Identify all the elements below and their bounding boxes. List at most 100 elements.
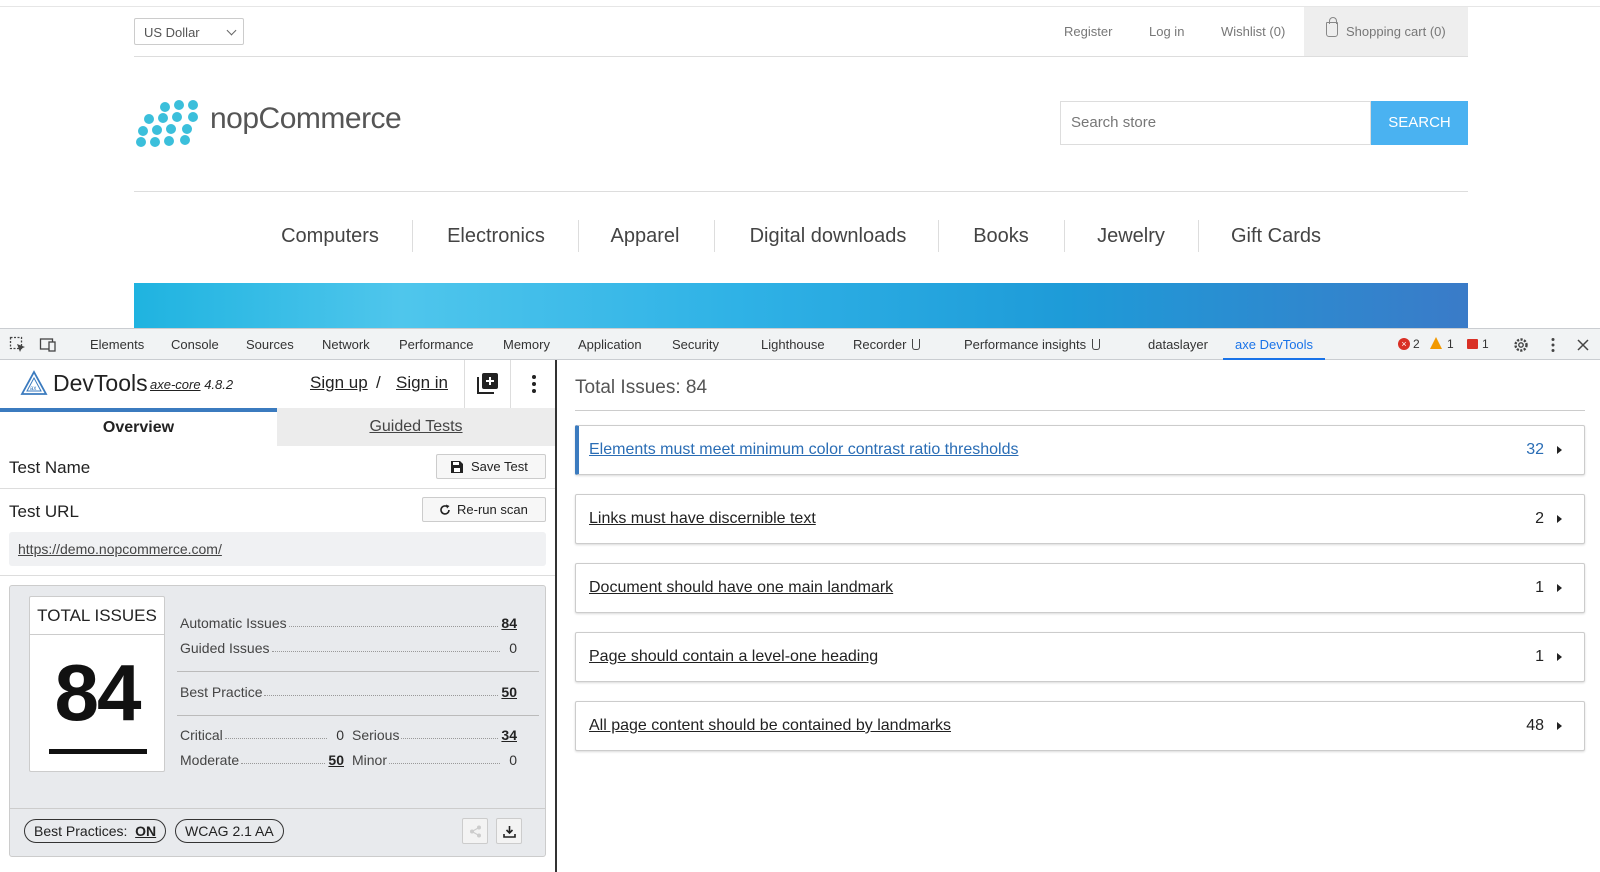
more-options-icon[interactable] [1544, 336, 1562, 354]
tab-performance[interactable]: Performance [399, 329, 473, 360]
menu-separator [1198, 220, 1199, 252]
logo-dot [138, 126, 148, 136]
tab-axe-devtools[interactable]: axe DevTools [1223, 329, 1326, 360]
category-books[interactable]: Books [960, 216, 1042, 256]
automatic-issues-label: Automatic Issues [180, 615, 287, 631]
tab-guided-tests[interactable]: Guided Tests [277, 408, 555, 446]
caret-right-icon[interactable] [1557, 446, 1562, 454]
device-toolbar-icon[interactable] [39, 336, 57, 354]
search-input[interactable]: Search store [1060, 101, 1371, 145]
tab-lighthouse[interactable]: Lighthouse [761, 329, 825, 360]
total-issues-card: TOTAL ISSUES 84 [29, 596, 165, 772]
site-logo[interactable]: nopCommerce [134, 100, 414, 148]
logo-dot [188, 100, 198, 110]
wishlist-link[interactable]: Wishlist (0) [1221, 24, 1285, 39]
tab-overview[interactable]: Overview [0, 408, 277, 446]
warning-icon[interactable] [1430, 337, 1442, 349]
tab-console[interactable]: Console [171, 329, 219, 360]
nav-divider [134, 191, 1468, 192]
new-scan-button[interactable] [464, 360, 510, 408]
error-count[interactable]: 2 [1413, 329, 1420, 360]
sign-in-link[interactable]: Sign in [396, 373, 448, 393]
tab-network[interactable]: Network [322, 329, 370, 360]
issue-row[interactable]: Document should have one main landmark 1 [575, 563, 1585, 613]
best-practice-count[interactable]: 50 [501, 684, 517, 700]
category-electronics[interactable]: Electronics [437, 216, 555, 256]
tab-performance-insights[interactable]: Performance insights [964, 329, 1101, 360]
dot-leader [224, 738, 327, 739]
issue-title[interactable]: All page content should be contained by … [589, 717, 951, 735]
wcag-standard-pill[interactable]: WCAG 2.1 AA [175, 819, 284, 843]
critical-count: 0 [336, 727, 344, 743]
download-icon [503, 826, 516, 838]
issue-title[interactable]: Document should have one main landmark [589, 579, 893, 597]
logo-dot [164, 136, 174, 146]
issue-row[interactable]: Page should contain a level-one heading … [575, 632, 1585, 682]
issue-title[interactable]: Elements must meet minimum color contras… [589, 441, 1018, 459]
version-number: 4.8.2 [204, 377, 234, 392]
critical-label: Critical [180, 727, 223, 743]
serious-label: Serious [352, 727, 400, 743]
serious-count[interactable]: 34 [501, 727, 517, 743]
search-button[interactable]: SEARCH [1371, 101, 1468, 145]
moderate-count[interactable]: 50 [328, 752, 344, 768]
logo-dot [150, 137, 160, 147]
issue-title[interactable]: Links must have discernible text [589, 510, 816, 528]
caret-right-icon[interactable] [1557, 515, 1562, 523]
shopping-cart-link[interactable]: Shopping cart (0) [1304, 7, 1468, 57]
currency-select[interactable]: US Dollar [134, 18, 244, 45]
export-button[interactable] [496, 818, 522, 844]
serious-row: Serious 34 [352, 727, 517, 743]
category-digital-downloads[interactable]: Digital downloads [740, 216, 916, 256]
error-icon[interactable]: × [1398, 338, 1410, 350]
inspect-element-icon[interactable] [9, 336, 27, 354]
rerun-scan-button[interactable]: Re-run scan [422, 497, 546, 522]
tab-application[interactable]: Application [578, 329, 642, 360]
moderate-label: Moderate [180, 752, 240, 768]
menu-separator [938, 220, 939, 252]
login-link[interactable]: Log in [1149, 24, 1184, 39]
close-icon[interactable] [1574, 336, 1592, 354]
logo-dot [174, 100, 184, 110]
tab-recorder[interactable]: Recorder [853, 329, 921, 360]
gear-icon[interactable] [1512, 336, 1530, 354]
tab-sources[interactable]: Sources [246, 329, 294, 360]
issue-row[interactable]: All page content should be contained by … [575, 701, 1585, 751]
tab-dataslayer[interactable]: dataslayer [1148, 329, 1208, 360]
tab-memory[interactable]: Memory [503, 329, 550, 360]
issues-icon[interactable] [1467, 339, 1478, 349]
category-apparel[interactable]: Apparel [600, 216, 690, 256]
header-divider [134, 56, 1468, 57]
tab-security[interactable]: Security [672, 329, 719, 360]
hero-banner[interactable] [134, 283, 1468, 328]
auth-separator: / [376, 373, 381, 392]
warning-count[interactable]: 1 [1447, 329, 1454, 360]
best-practices-toggle[interactable]: Best Practices: ON [24, 819, 167, 843]
issue-title[interactable]: Page should contain a level-one heading [589, 648, 878, 666]
axe-title: DevTools [53, 370, 148, 396]
axe-overview-panel: ax DevTools axe-core 4.8.2 Sign up / Sig… [0, 360, 557, 872]
category-gift-cards[interactable]: Gift Cards [1220, 216, 1332, 256]
caret-right-icon[interactable] [1557, 722, 1562, 730]
guided-issues-label: Guided Issues [180, 640, 270, 656]
category-jewelry[interactable]: Jewelry [1084, 216, 1178, 256]
axe-menu-button[interactable] [510, 360, 556, 408]
summary-rule [177, 671, 539, 672]
minor-count: 0 [509, 752, 517, 768]
issues-count[interactable]: 1 [1482, 329, 1489, 360]
share-button[interactable] [462, 818, 488, 844]
caret-right-icon[interactable] [1557, 584, 1562, 592]
issue-row[interactable]: Links must have discernible text 2 [575, 494, 1585, 544]
add-box-icon [477, 373, 498, 394]
caret-right-icon[interactable] [1557, 653, 1562, 661]
category-computers[interactable]: Computers [270, 216, 390, 256]
total-issues-count[interactable]: 84 [30, 647, 164, 739]
automatic-issues-count[interactable]: 84 [501, 615, 517, 631]
issue-row[interactable]: Elements must meet minimum color contras… [575, 425, 1585, 475]
rerun-scan-label: Re-run scan [457, 502, 528, 517]
test-url-value[interactable]: https://demo.nopcommerce.com/ [9, 532, 546, 566]
register-link[interactable]: Register [1064, 24, 1112, 39]
save-test-button[interactable]: Save Test [436, 454, 546, 479]
tab-elements[interactable]: Elements [90, 329, 144, 360]
sign-up-link[interactable]: Sign up [310, 373, 368, 393]
